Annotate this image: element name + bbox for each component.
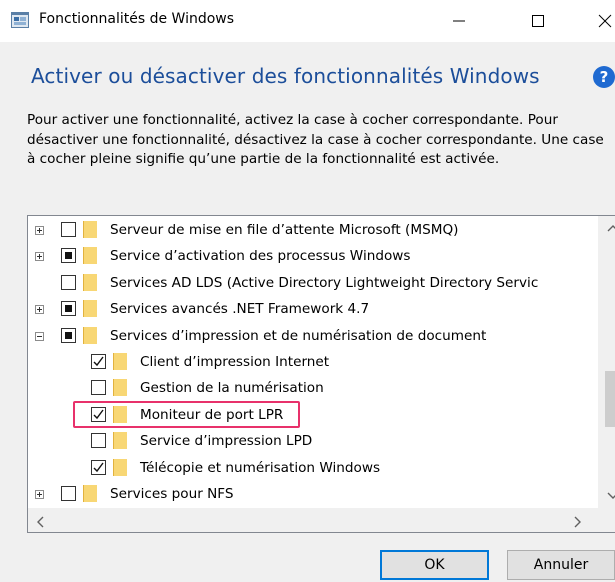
maximize-icon	[532, 15, 544, 27]
ok-button[interactable]: OK	[380, 550, 489, 580]
folder-icon	[113, 432, 127, 450]
description-text: Pour activer une fonctionnalité, activez…	[27, 112, 604, 168]
expand-icon[interactable]	[35, 305, 44, 315]
expand-icon[interactable]	[35, 226, 44, 235]
minimize-icon	[453, 20, 465, 22]
feature-row[interactable]: Services pour NFS	[28, 482, 598, 507]
feature-row[interactable]: Services avancés .NET Framework 4.7	[28, 297, 598, 322]
folder-icon	[113, 458, 127, 476]
folder-icon	[113, 353, 127, 370]
feature-checkbox[interactable]	[61, 274, 76, 290]
horizontal-scrollbar[interactable]	[28, 508, 615, 532]
feature-row[interactable]: Service d’impression LPD	[28, 429, 598, 454]
vertical-scrollbar[interactable]	[598, 216, 615, 508]
scroll-right-icon[interactable]	[574, 516, 582, 528]
scroll-up-icon[interactable]	[607, 224, 615, 232]
feature-row[interactable]: Gestion de la numérisation	[28, 376, 598, 401]
help-icon[interactable]: ?	[593, 66, 615, 88]
folder-icon	[83, 485, 97, 502]
feature-label: Services avancés .NET Framework 4.7	[110, 301, 370, 318]
scroll-down-icon[interactable]	[607, 492, 615, 500]
feature-label: Télécopie et numérisation Windows	[140, 459, 381, 476]
highlight-box	[73, 401, 300, 428]
folder-icon	[83, 221, 97, 238]
feature-checkbox[interactable]	[61, 327, 76, 343]
folder-icon	[83, 273, 97, 291]
feature-label: Service d’impression LPD	[140, 433, 313, 450]
feature-row[interactable]: Serveur de mise en file d’attente Micros…	[28, 218, 598, 243]
feature-label: Client d’impression Internet	[140, 354, 330, 370]
feature-row[interactable]: Service d’activation des processus Windo…	[28, 244, 598, 269]
cancel-button[interactable]: Annuler	[507, 550, 615, 580]
close-icon	[598, 14, 612, 28]
feature-label: Services AD LDS (Active Directory Lightw…	[110, 274, 539, 291]
feature-checkbox[interactable]	[61, 486, 76, 501]
title-bar: Fonctionnalités de Windows	[0, 0, 615, 42]
feature-checkbox[interactable]	[91, 459, 106, 475]
folder-icon	[83, 326, 97, 344]
feature-label: Serveur de mise en file d’attente Micros…	[110, 222, 459, 238]
feature-row[interactable]: Télécopie et numérisation Windows	[28, 456, 598, 481]
maximize-button[interactable]	[515, 0, 561, 42]
feature-checkbox[interactable]	[91, 433, 106, 449]
vertical-scroll-thumb[interactable]	[605, 371, 615, 427]
window-title: Fonctionnalités de Windows	[39, 11, 235, 27]
folder-icon	[83, 247, 97, 265]
folder-icon	[83, 300, 97, 318]
feature-row[interactable]: Client d’impression Internet	[28, 350, 598, 375]
feature-label: Services d’impression et de numérisation…	[110, 327, 487, 344]
collapse-icon[interactable]	[35, 331, 44, 341]
feature-checkbox[interactable]	[91, 354, 106, 369]
features-tree[interactable]: Serveur de mise en file d’attente Micros…	[27, 215, 615, 533]
minimize-button[interactable]	[436, 0, 482, 42]
feature-checkbox[interactable]	[91, 380, 106, 396]
feature-checkbox[interactable]	[61, 222, 76, 237]
expand-icon[interactable]	[35, 490, 44, 499]
feature-label: Services pour NFS	[110, 486, 234, 502]
feature-label: Gestion de la numérisation	[140, 380, 324, 397]
folder-icon	[113, 379, 127, 397]
windows-features-icon	[11, 12, 29, 28]
feature-checkbox[interactable]	[61, 248, 76, 264]
expand-icon[interactable]	[35, 252, 44, 262]
feature-label: Service d’activation des processus Windo…	[110, 248, 411, 265]
scroll-left-icon[interactable]	[36, 516, 44, 528]
page-heading: Activer ou désactiver des fonctionnalité…	[31, 64, 540, 88]
feature-row[interactable]: Services AD LDS (Active Directory Lightw…	[28, 271, 598, 296]
close-button[interactable]	[585, 0, 615, 42]
feature-row[interactable]: Services d’impression et de numérisation…	[28, 324, 598, 349]
feature-checkbox[interactable]	[61, 301, 76, 317]
